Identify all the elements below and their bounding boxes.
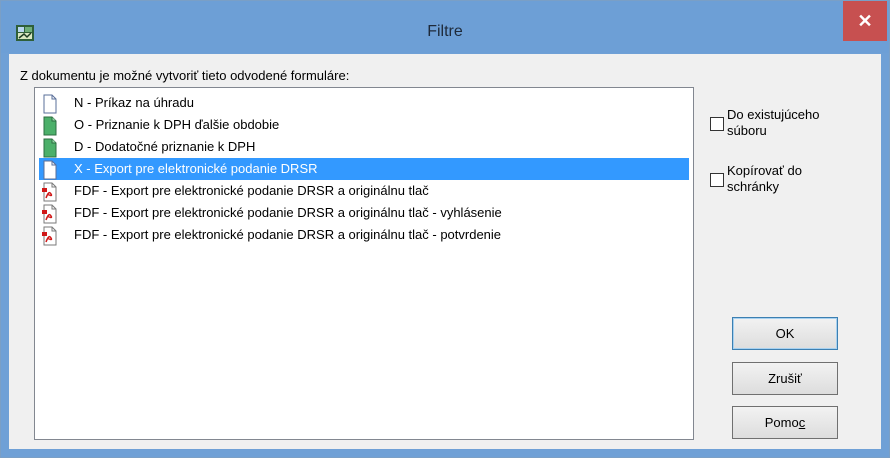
list-item-label: FDF - Export pre elektronické podanie DR… — [74, 183, 429, 198]
pdf-document-icon — [42, 204, 57, 224]
document-icon — [43, 94, 57, 114]
derived-forms-list[interactable]: N - Príkaz na úhradu O - Priznanie k DPH… — [34, 87, 694, 440]
list-item-label: O - Priznanie k DPH ďalšie obdobie — [74, 117, 280, 132]
window-title: Filtre — [427, 23, 463, 40]
dialog-body: Z dokumentu je možné vytvoriť tieto odvo… — [9, 54, 881, 449]
clipboard-label-line1: Kopírovať do — [727, 163, 802, 178]
pdf-document-icon — [42, 182, 57, 202]
filter-dialog-window: Filtre ✕ Z dokumentu je možné vytvoriť t… — [0, 0, 890, 458]
existing-file-label-line1: Do existujúceho — [727, 107, 820, 122]
existing-file-checkbox-label[interactable]: Do existujúceho súboru — [727, 107, 820, 139]
help-button-label: Pomo — [764, 415, 799, 430]
help-button[interactable]: Pomoc — [732, 406, 838, 439]
clipboard-label-line2: schránky — [727, 179, 780, 194]
list-item-label: FDF - Export pre elektronické podanie DR… — [74, 227, 502, 242]
pdf-document-icon — [42, 226, 57, 246]
form-list-label: Z dokumentu je možné vytvoriť tieto odvo… — [20, 68, 350, 83]
cancel-button[interactable]: Zrušiť — [732, 362, 838, 395]
list-item-label: X - Export pre elektronické podanie DRSR — [74, 161, 318, 176]
list-item-selected[interactable]: X - Export pre elektronické podanie DRSR — [39, 158, 689, 180]
ok-button[interactable]: OK — [732, 317, 838, 350]
document-icon — [43, 160, 57, 180]
help-button-accelerator: c — [798, 415, 806, 430]
close-button[interactable]: ✕ — [843, 1, 887, 41]
existing-file-label-line2: súboru — [727, 123, 767, 138]
green-document-icon — [43, 116, 57, 136]
existing-file-checkbox[interactable] — [710, 117, 724, 131]
list-item-label: FDF - Export pre elektronické podanie DR… — [74, 205, 502, 220]
list-item-label: N - Príkaz na úhradu — [74, 95, 194, 110]
list-item-label: D - Dodatočné priznanie k DPH — [74, 139, 256, 154]
clipboard-checkbox[interactable] — [710, 173, 724, 187]
title-bar[interactable]: Filtre ✕ — [1, 1, 889, 53]
green-document-icon — [43, 138, 57, 158]
clipboard-checkbox-label[interactable]: Kopírovať do schránky — [727, 163, 802, 195]
